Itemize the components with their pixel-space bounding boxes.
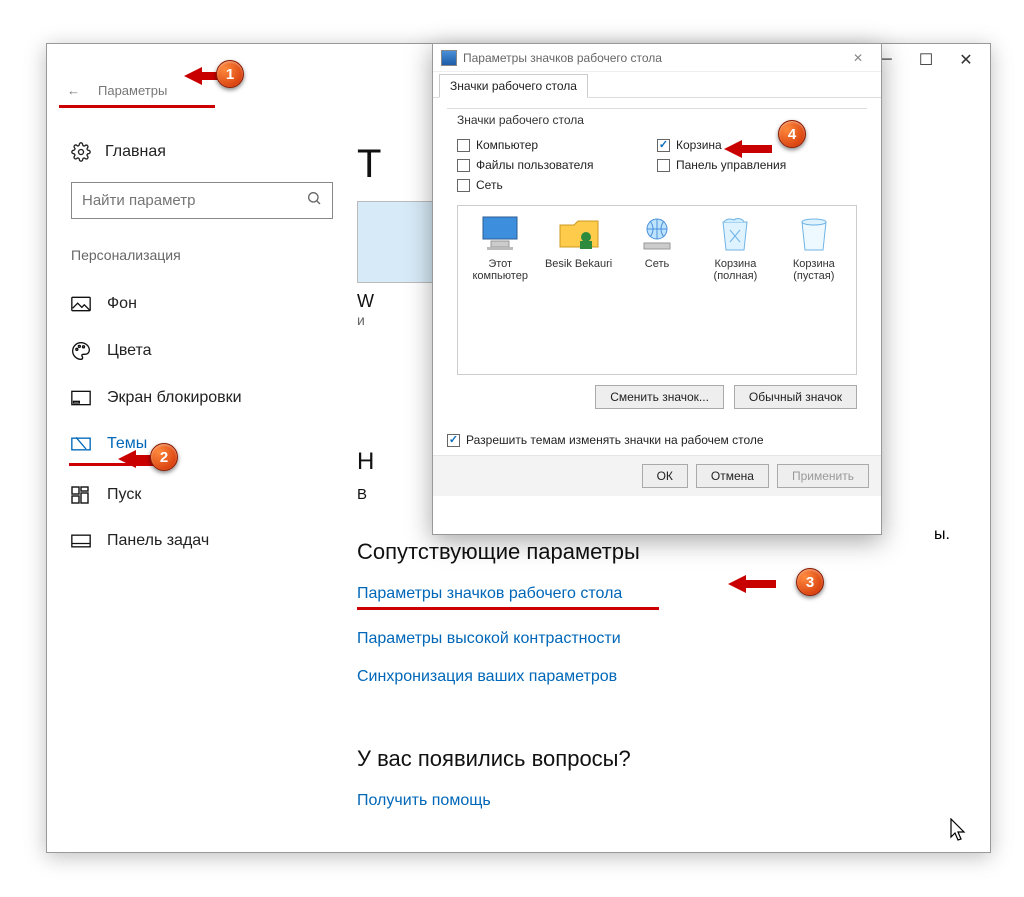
annotation-marker-4: 4: [778, 120, 806, 148]
check-label: Сеть: [476, 178, 503, 192]
cancel-button[interactable]: Отмена: [696, 464, 769, 488]
annotation-marker-1: 1: [216, 60, 244, 88]
annotation-arrow-3: [728, 575, 746, 593]
sidebar-item-colors[interactable]: Цвета: [71, 327, 333, 375]
recycle-bin-full-icon: [711, 214, 759, 254]
icon-label: Корзина (пустая): [780, 258, 848, 282]
recycle-bin-empty-icon: [790, 214, 838, 254]
checkbox-icon: [457, 179, 470, 192]
dialog-footer: ОК Отмена Применить: [433, 455, 881, 496]
check-network[interactable]: Сеть: [457, 175, 657, 195]
sidebar-item-taskbar[interactable]: Панель задач: [71, 518, 333, 564]
gear-icon: [71, 142, 91, 162]
related-settings-title: Сопутствующие параметры: [357, 539, 960, 565]
icon-this-pc[interactable]: Этот компьютер: [466, 214, 534, 282]
checkbox-icon: [457, 139, 470, 152]
allow-themes-row[interactable]: Разрешить темам изменять значки на рабоч…: [447, 433, 867, 447]
sidebar-item-label: Фон: [107, 295, 137, 313]
link-get-help[interactable]: Получить помощь: [357, 792, 491, 810]
desktop-icons-fieldset: Значки рабочего стола Компьютер Корзина …: [447, 108, 867, 421]
ok-button[interactable]: ОК: [642, 464, 688, 488]
link-desktop-icon-settings[interactable]: Параметры значков рабочего стола: [357, 585, 622, 603]
icon-user-files[interactable]: Besik Bekauri: [544, 214, 612, 270]
check-control-panel[interactable]: Панель управления: [657, 155, 857, 175]
sidebar-home-label: Главная: [105, 143, 166, 161]
folder-user-icon: [555, 214, 603, 254]
sidebar-item-label: Цвета: [107, 342, 152, 360]
annotation-marker-3: 3: [796, 568, 824, 596]
back-arrow-icon[interactable]: ←: [67, 83, 80, 98]
dialog-titlebar: Параметры значков рабочего стола ✕: [433, 44, 881, 72]
link-high-contrast[interactable]: Параметры высокой контрастности: [357, 630, 621, 648]
check-label: Файлы пользователя: [476, 158, 593, 172]
icon-label: Корзина (полная): [701, 258, 769, 282]
allow-themes-label: Разрешить темам изменять значки на рабоч…: [466, 433, 764, 447]
icon-preview-panel[interactable]: Этот компьютер Besik Bekauri Сеть Корзин…: [457, 205, 857, 375]
sidebar-item-background[interactable]: Фон: [71, 281, 333, 327]
icon-network[interactable]: Сеть: [623, 214, 691, 270]
maximize-button[interactable]: ☐: [906, 44, 946, 76]
annotation-arrow-1: [184, 67, 202, 85]
checkbox-icon: [457, 159, 470, 172]
dialog-close-button[interactable]: ✕: [843, 51, 873, 65]
search-field[interactable]: [82, 192, 306, 209]
checkbox-icon: [657, 139, 670, 152]
icon-recycle-empty[interactable]: Корзина (пустая): [780, 214, 848, 282]
window-title: Параметры: [98, 83, 167, 98]
change-icon-button[interactable]: Сменить значок...: [595, 385, 724, 409]
check-label: Панель управления: [676, 158, 786, 172]
sidebar-item-label: Пуск: [107, 486, 141, 504]
apply-button[interactable]: Применить: [777, 464, 869, 488]
palette-icon: [71, 341, 91, 361]
icon-label: Этот компьютер: [466, 258, 534, 282]
dialog-body: Значки рабочего стола Компьютер Корзина …: [433, 98, 881, 455]
icon-label: Besik Bekauri: [544, 258, 612, 270]
annotation-arrow-2: [118, 450, 136, 468]
desktop-icon-settings-dialog: Параметры значков рабочего стола ✕ Значк…: [432, 43, 882, 535]
sidebar-section-label: Персонализация: [71, 247, 333, 263]
default-icon-button[interactable]: Обычный значок: [734, 385, 857, 409]
annotation-arrow-4: [724, 140, 742, 158]
sidebar-item-label: Экран блокировки: [107, 389, 242, 407]
search-input[interactable]: [71, 182, 333, 219]
lockscreen-icon: [71, 390, 91, 406]
sidebar-item-label: Панель задач: [107, 532, 209, 550]
close-button[interactable]: ✕: [946, 44, 986, 76]
sidebar-item-start[interactable]: Пуск: [71, 472, 333, 518]
check-user-files[interactable]: Файлы пользователя: [457, 155, 657, 175]
checkbox-icon: [657, 159, 670, 172]
check-computer[interactable]: Компьютер: [457, 135, 657, 155]
annotation-marker-2: 2: [150, 443, 178, 471]
tab-desktop-icons[interactable]: Значки рабочего стола: [439, 74, 588, 98]
sidebar-item-themes[interactable]: Темы: [71, 421, 333, 467]
network-icon: [633, 214, 681, 254]
picture-icon: [71, 296, 91, 312]
link-sync-settings[interactable]: Синхронизация ваших параметров: [357, 668, 617, 686]
trailing-text: ы.: [934, 526, 950, 544]
icon-label: Сеть: [623, 258, 691, 270]
dialog-app-icon: [441, 50, 457, 66]
check-label: Корзина: [676, 138, 722, 152]
icon-recycle-full[interactable]: Корзина (полная): [701, 214, 769, 282]
search-icon: [306, 190, 322, 211]
sidebar-home[interactable]: Главная: [71, 142, 333, 162]
sidebar: Главная Персонализация Фон Цвета: [47, 108, 357, 810]
computer-icon: [476, 214, 524, 254]
questions-title: У вас появились вопросы?: [357, 746, 960, 772]
dialog-tabs: Значки рабочего стола: [433, 72, 881, 98]
check-label: Компьютер: [476, 138, 538, 152]
dialog-title-text: Параметры значков рабочего стола: [463, 51, 662, 65]
start-icon: [71, 486, 91, 504]
sidebar-item-lockscreen[interactable]: Экран блокировки: [71, 375, 333, 421]
themes-icon: [71, 435, 91, 453]
taskbar-icon: [71, 534, 91, 548]
checkbox-icon: [447, 434, 460, 447]
cursor-icon: [950, 818, 968, 847]
